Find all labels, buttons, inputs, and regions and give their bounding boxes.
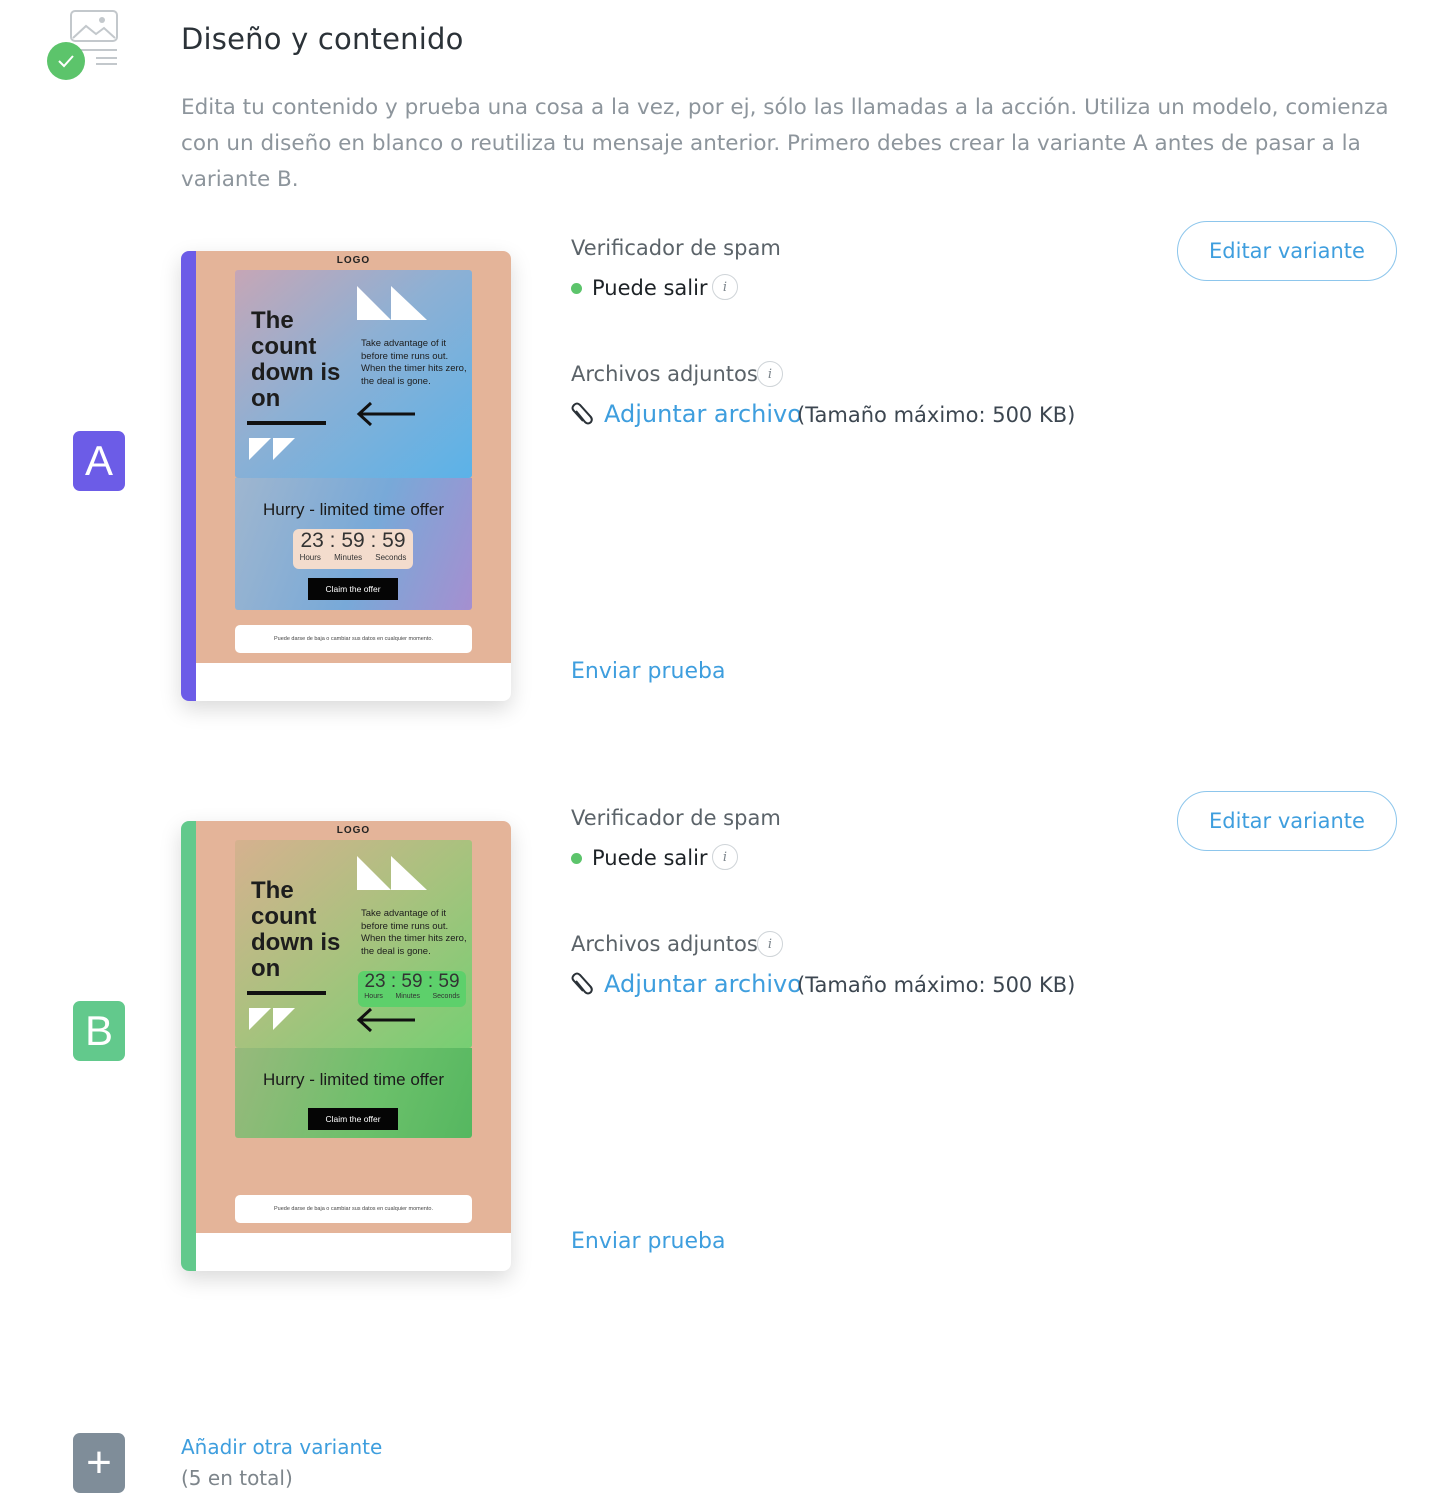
info-icon[interactable]: i [757, 931, 783, 957]
variant-b-badge: B [73, 1001, 125, 1061]
edit-variant-button[interactable]: Editar variante [1177, 791, 1397, 851]
info-icon[interactable]: i [757, 361, 783, 387]
attachments-label: Archivos adjuntos [571, 362, 758, 386]
unit-minutes: Minutes [334, 553, 363, 562]
preview-footer: Puede darse de baja o cambiar sus datos … [235, 625, 472, 653]
preview-copy: Take advantage of it before time runs ou… [361, 908, 467, 957]
preview-copy: Take advantage of it before time runs ou… [361, 338, 467, 387]
edit-variant-button[interactable]: Editar variante [1177, 221, 1397, 281]
add-variant-button[interactable]: + [73, 1433, 125, 1493]
email-preview: LOGO The count down is on Take advantage… [196, 251, 511, 663]
variant-a-stripe [181, 251, 196, 701]
spam-checker-label: Verificador de spam [571, 806, 781, 830]
unit-seconds: Seconds [432, 993, 460, 1000]
info-icon[interactable]: i [712, 274, 738, 300]
quote-shapes-icon [249, 438, 295, 460]
send-test-link[interactable]: Enviar prueba [571, 1229, 725, 1254]
preview-logo: LOGO [336, 825, 371, 836]
spam-checker-label: Verificador de spam [571, 236, 781, 260]
attachments-label: Archivos adjuntos [571, 932, 758, 956]
play-shapes-icon [357, 856, 427, 890]
max-size-text: (Tamaño máximo: 500 KB) [797, 973, 1076, 997]
play-shapes-icon [357, 286, 427, 320]
section-title: Diseño y contenido [181, 22, 464, 56]
arrow-left-icon [356, 401, 415, 427]
section-description: Edita tu contenido y prueba una cosa a l… [181, 95, 1389, 192]
paperclip-icon [570, 402, 594, 433]
spam-status: Puede salir [592, 276, 708, 300]
preview-headline: The count down is on [251, 307, 341, 412]
unit-hours: Hours [299, 553, 321, 562]
preview-logo: LOGO [336, 255, 371, 266]
preview-underline [247, 991, 326, 995]
add-variant-link[interactable]: Añadir otra variante [181, 1435, 382, 1459]
paperclip-icon [570, 972, 594, 1003]
email-preview: LOGO The count down is on Take advantage… [196, 821, 511, 1233]
unit-hours: Hours [364, 993, 383, 1000]
preview-headline: The count down is on [251, 877, 341, 982]
attach-file-link[interactable]: Adjuntar archivo [604, 970, 802, 998]
timer-units: Hours Minutes Seconds [293, 553, 413, 562]
unit-minutes: Minutes [395, 993, 420, 1000]
countdown-timer: 23 : 59 : 59 Hours Minutes Seconds [293, 529, 413, 569]
arrow-left-icon [356, 1007, 415, 1033]
variant-b-stripe [181, 821, 196, 1271]
cta-button: Claim the offer [308, 578, 398, 600]
cta-button: Claim the offer [308, 1108, 398, 1130]
preview-underline [247, 421, 326, 425]
unit-seconds: Seconds [375, 553, 407, 562]
spam-status: Puede salir [592, 846, 708, 870]
variant-a-preview[interactable]: LOGO The count down is on Take advantage… [181, 251, 511, 701]
variant-a-badge: A [73, 431, 125, 491]
preview-offer: Hurry - limited time offer 23 : 59 : 59 … [235, 478, 472, 610]
variant-count: (5 en total) [181, 1466, 293, 1490]
offer-title: Hurry - limited time offer [262, 500, 445, 519]
status-dot [571, 283, 582, 294]
quote-shapes-icon [249, 1008, 295, 1030]
timer-digits: 23 : 59 : 59 [300, 529, 406, 552]
preview-offer: Hurry - limited time offer Claim the off… [235, 1048, 472, 1138]
info-icon[interactable]: i [712, 844, 738, 870]
max-size-text: (Tamaño máximo: 500 KB) [797, 403, 1076, 427]
preview-footer: Puede darse de baja o cambiar sus datos … [235, 1195, 472, 1223]
countdown-timer: 23 : 59 : 59 Hours Minutes Seconds [358, 971, 466, 1007]
status-dot [571, 853, 582, 864]
attach-file-link[interactable]: Adjuntar archivo [604, 400, 802, 428]
variant-b-preview[interactable]: LOGO The count down is on Take advantage… [181, 821, 511, 1271]
check-icon [47, 42, 85, 80]
send-test-link[interactable]: Enviar prueba [571, 659, 725, 684]
timer-digits: 23 : 59 : 59 [364, 971, 460, 992]
timer-units: Hours Minutes Seconds [358, 993, 466, 1000]
offer-title: Hurry - limited time offer [262, 1070, 445, 1089]
preview-hero: The count down is on Take advantage of i… [235, 270, 472, 478]
preview-hero: The count down is on Take advantage of i… [235, 840, 472, 1048]
